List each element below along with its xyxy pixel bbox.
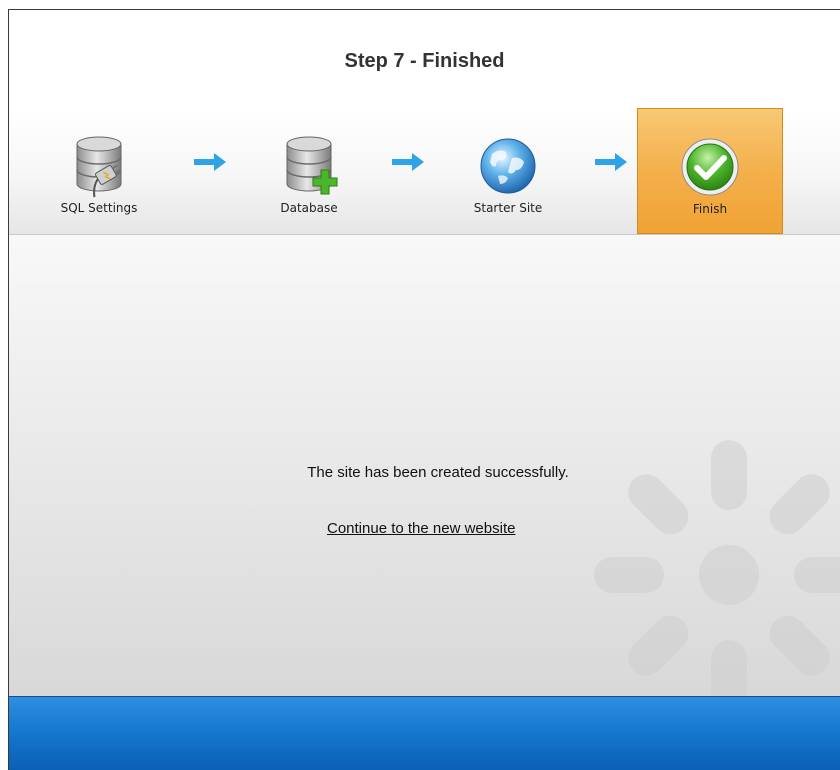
step-database: Database [236, 108, 382, 234]
arrow-right-icon [392, 153, 424, 171]
arrow-right-icon [194, 153, 226, 171]
continue-to-website-link[interactable]: Continue to the new website [327, 520, 515, 537]
step-label: Finish [692, 202, 728, 216]
success-message: The site has been created successfully. [307, 464, 569, 481]
footer-bar [9, 696, 840, 770]
arrow-right-icon [595, 153, 627, 171]
main-content: The site has been created successfully. … [9, 235, 840, 696]
database-add-icon [286, 136, 338, 195]
globe-icon [480, 138, 536, 194]
step-starter-site: Starter Site [435, 108, 581, 234]
checkmark-icon [681, 138, 739, 196]
step-sql-settings: SQL Settings [26, 108, 172, 234]
step-finish: Finish [637, 108, 783, 234]
page-title: Step 7 - Finished [344, 50, 505, 72]
title-bar: Step 7 - Finished [9, 10, 840, 109]
steps-progress-bar: SQL Settings Database Starter Site Finis… [9, 108, 840, 235]
step-label: SQL Settings [60, 201, 138, 215]
step-label: Database [280, 201, 338, 215]
step-label: Starter Site [473, 201, 543, 215]
database-connection-icon [76, 136, 122, 198]
installer-window: Step 7 - Finished SQL Settings Database … [8, 9, 840, 770]
